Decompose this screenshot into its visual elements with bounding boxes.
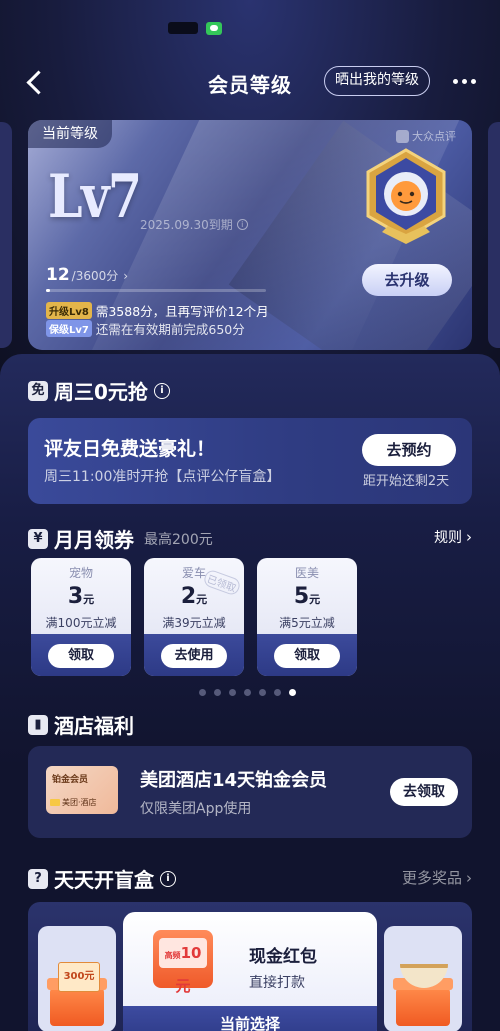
prize-subtitle: 直接打款 — [249, 975, 305, 991]
carousel-dot[interactable] — [214, 689, 221, 696]
prize-card-right[interactable] — [384, 926, 462, 1031]
rules-link[interactable]: 规则 › — [434, 527, 472, 547]
info-icon[interactable]: i — [153, 382, 170, 399]
coupon-condition: 满39元立减 — [162, 616, 226, 630]
coupon-amount: 5元 — [293, 584, 321, 609]
gift-box-icon — [393, 978, 453, 1026]
section-title-text: 天天开盲盒 — [54, 868, 154, 892]
prize-card-left[interactable]: 300元 — [38, 926, 116, 1031]
countdown-text: 距开始还剩2天 — [362, 474, 450, 489]
current-selection-label: 当前选择 — [123, 1006, 377, 1031]
more-prizes-link[interactable]: 更多奖品 › — [402, 867, 472, 888]
expiry-date: 2025.09.30到期 — [140, 218, 233, 232]
wednesday-card: 评友日免费送豪礼！ 周三11:00准时开抢【点评公仔盲盒】 去预约 距开始还剩2… — [28, 418, 472, 504]
upgrade-text: 需3588分，且再写评价12个月 — [95, 304, 269, 319]
current-level-tag: 当前等级 — [28, 120, 112, 148]
carousel-dot[interactable] — [274, 689, 281, 696]
level-expiry: 2025.09.30到期 i — [140, 216, 248, 233]
share-level-button[interactable]: 晒出我的等级 — [324, 66, 430, 96]
prev-level-card[interactable] — [0, 122, 12, 348]
brand-badge: 大众点评 — [396, 128, 456, 144]
more-prizes-label: 更多奖品 — [401, 869, 462, 887]
upgrade-requirement: 升级Lv8 需3588分，且再写评价12个月 — [46, 301, 269, 320]
meituan-logo-icon — [50, 799, 60, 806]
coupon-amount: 2元 — [180, 584, 208, 609]
level-medal-icon — [366, 148, 446, 244]
status-obscured — [168, 22, 198, 34]
level-card: 当前等级 大众点评 Lv7 2025.09.30到期 i 12 /3600分 ›… — [28, 120, 472, 350]
section-title-text: 月月领券 — [54, 528, 134, 552]
section-title-text: 酒店福利 — [54, 714, 134, 738]
info-icon[interactable]: i — [236, 219, 248, 230]
wednesday-headline: 评友日免费送豪礼！ — [44, 438, 216, 460]
hotel-thumbnail: 铂金会员 美团·酒店 — [46, 766, 118, 814]
coupon-card: 爱车 已领取 2元 满39元立减 去使用 — [144, 558, 244, 676]
coupon-icon: ¥ — [28, 528, 48, 549]
carousel-dot[interactable] — [289, 689, 296, 696]
prize-coupon-label: 300元 — [58, 962, 100, 992]
red-packet-thumb: 高频10元 — [153, 930, 213, 995]
upgrade-button[interactable]: 去升级 — [362, 264, 452, 296]
hotel-icon: ▮ — [28, 714, 48, 735]
info-icon[interactable]: i — [160, 870, 176, 887]
points-row[interactable]: 12 /3600分 › — [46, 265, 128, 285]
level-name: Lv7 — [48, 162, 142, 232]
reserve-button[interactable]: 去预约 — [362, 434, 456, 466]
gift-box-icon — [47, 978, 107, 1026]
blind-box-panel: 300元 高频10元 现金红包 直接打款 当前选择 — [28, 902, 472, 1031]
coupon-condition: 满100元立减 — [45, 616, 117, 630]
chevron-right-icon: › — [466, 868, 472, 887]
points-progress-bar — [46, 289, 266, 292]
thumb-brand: 美团·酒店 — [50, 797, 97, 808]
cash-coupon-icon: 高频10元 — [159, 938, 207, 995]
section-blindbox-title: ? 天天开盲盒 i — [28, 864, 176, 893]
coupon-category: 宠物 — [68, 566, 93, 580]
next-level-card[interactable] — [488, 122, 500, 348]
dianping-logo-icon — [396, 129, 409, 143]
hotel-benefit-title: 美团酒店14天铂金会员 — [140, 770, 328, 791]
wechat-icon — [206, 21, 222, 35]
section-wednesday-title: 免 周三0元抢 i — [28, 376, 170, 405]
carousel-dot[interactable] — [199, 689, 206, 696]
section-title-text: 周三0元抢 — [54, 380, 148, 404]
coupon-card: 医美 5元 满5元立减 领取 — [257, 558, 357, 676]
section-coupons-title: ¥ 月月领券 最高200元 — [28, 524, 213, 553]
carousel-dot[interactable] — [229, 689, 236, 696]
carousel-dot[interactable] — [244, 689, 251, 696]
coupon-card: 宠物 3元 满100元立减 领取 — [31, 558, 131, 676]
prize-title: 现金红包 — [249, 947, 317, 967]
coupon-condition: 满5元立减 — [279, 616, 335, 630]
hotel-claim-button[interactable]: 去领取 — [390, 778, 458, 806]
free-icon: 免 — [28, 380, 48, 401]
status-bar — [168, 18, 222, 38]
wednesday-subtitle: 周三11:00准时开抢【点评公仔盲盒】 — [44, 469, 281, 485]
points-total: /3600分 — [71, 269, 119, 283]
coupon-use-button[interactable]: 去使用 — [161, 644, 227, 668]
keep-requirement: 保级Lv7 还需在有效期前完成650分 — [46, 319, 245, 338]
more-icon[interactable] — [453, 79, 476, 84]
points-value: 12 — [46, 265, 70, 285]
chevron-right-icon: › — [123, 269, 129, 283]
upgrade-tag: 升级Lv8 — [46, 302, 92, 319]
brand-name: 大众点评 — [412, 130, 456, 143]
nav-bar: 会员等级 晒出我的等级 — [0, 60, 500, 104]
keep-text: 还需在有效期前完成650分 — [95, 322, 245, 337]
coupon-category: 医美 — [294, 566, 319, 580]
rules-label: 规则 — [434, 530, 462, 546]
coupon-claim-button[interactable]: 领取 — [48, 644, 114, 668]
hotel-benefit-subtitle: 仅限美团App使用 — [140, 801, 252, 817]
section-subtitle: 最高200元 — [144, 531, 213, 548]
gift-question-icon: ? — [28, 868, 48, 889]
carousel-dot[interactable] — [259, 689, 266, 696]
points-progress-fill — [46, 289, 51, 292]
chevron-right-icon: › — [466, 528, 472, 546]
section-hotel-title: ▮ 酒店福利 — [28, 710, 134, 739]
coupon-amount: 3元 — [67, 584, 95, 609]
thumb-title: 铂金会员 — [52, 775, 89, 785]
keep-tag: 保级Lv7 — [46, 320, 92, 337]
coupon-claim-button[interactable]: 领取 — [274, 644, 340, 668]
carousel-dots[interactable] — [199, 689, 296, 696]
hotel-card: 铂金会员 美团·酒店 美团酒店14天铂金会员 仅限美团App使用 去领取 — [28, 746, 472, 838]
